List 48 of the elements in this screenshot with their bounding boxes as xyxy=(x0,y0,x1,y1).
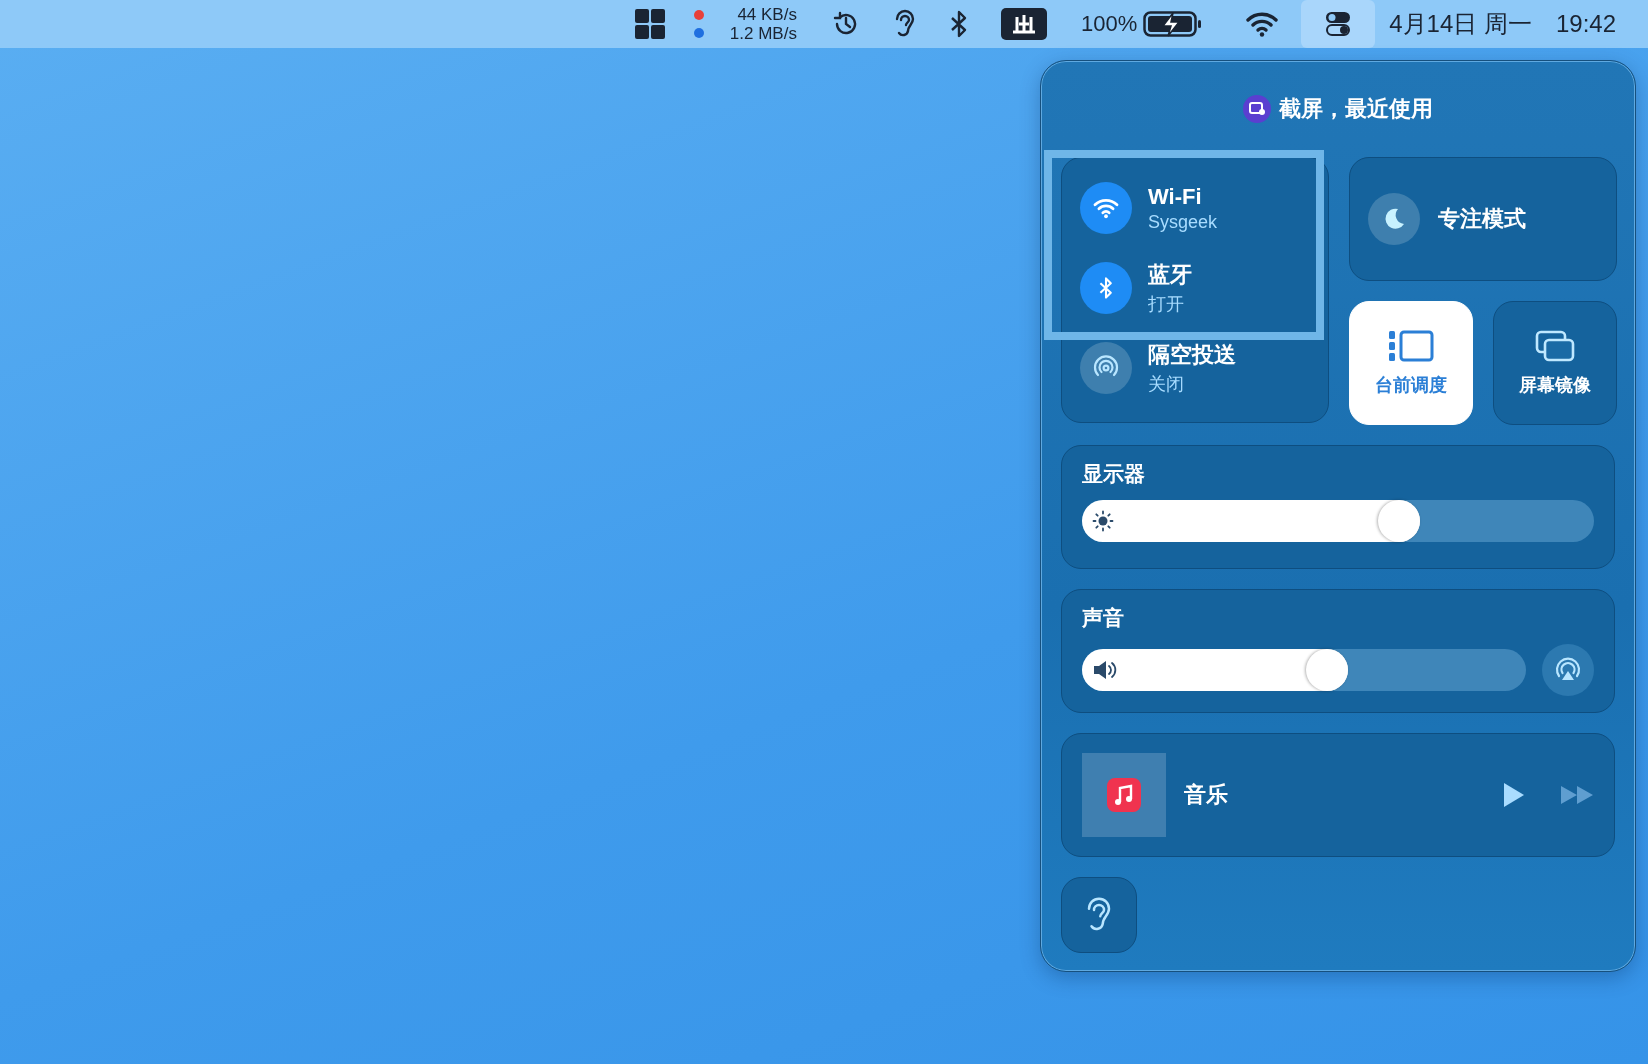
overlapping-screens-icon xyxy=(1535,329,1575,363)
download-dot-icon xyxy=(693,28,704,38)
screen-mirroring-tile[interactable]: 屏幕镜像 xyxy=(1493,301,1617,425)
toggle-title: Wi-Fi xyxy=(1148,183,1203,210)
control-center-button[interactable] xyxy=(1301,0,1376,48)
wifi-icon xyxy=(1092,197,1120,219)
input-method-icon[interactable] xyxy=(1000,8,1047,40)
connectivity-item[interactable]: 隔空投送 关闭 xyxy=(1080,334,1310,402)
brightness-slider[interactable] xyxy=(1082,500,1594,542)
connectivity-item[interactable]: Wi-Fi Sysgeek xyxy=(1080,174,1310,242)
toggle-status: 打开 xyxy=(1148,293,1185,316)
toggle-label: 屏幕镜像 xyxy=(1519,374,1591,397)
bluetooth-toggle[interactable] xyxy=(1080,262,1132,314)
wifi-toggle[interactable] xyxy=(1080,182,1132,234)
toggle-title: 隔空投送 xyxy=(1148,341,1236,369)
hearing-button[interactable] xyxy=(1061,877,1137,953)
play-icon[interactable] xyxy=(1502,781,1526,809)
recent-use-label: 截屏，最近使用 xyxy=(1279,95,1433,123)
toggle-title: 蓝牙 xyxy=(1148,261,1192,289)
airplay-button[interactable] xyxy=(1542,644,1594,696)
music-note-icon xyxy=(1107,778,1141,812)
display-title: 显示器 xyxy=(1082,461,1146,487)
battery-percent: 100% xyxy=(1080,11,1138,37)
sun-icon xyxy=(1092,510,1114,532)
connectivity-item[interactable]: 蓝牙 打开 xyxy=(1080,254,1310,322)
toggle-status: 关闭 xyxy=(1148,373,1185,396)
upload-dot-icon xyxy=(693,10,704,20)
sound-title: 声音 xyxy=(1082,605,1125,631)
focus-mode-tile[interactable]: 专注模式 xyxy=(1349,157,1617,281)
wifi-icon[interactable] xyxy=(1245,10,1280,38)
stage-manager-tile[interactable]: 台前调度 xyxy=(1349,301,1473,425)
focus-mode-label: 专注模式 xyxy=(1438,205,1526,233)
focus-toggle[interactable] xyxy=(1368,193,1420,245)
toggle-status: Sysgeek xyxy=(1148,211,1218,233)
screenshot-app-icon xyxy=(1243,95,1271,123)
volume-slider[interactable] xyxy=(1082,649,1526,691)
download-speed: 1.2 MB/s xyxy=(729,24,797,43)
airdrop-toggle[interactable] xyxy=(1080,342,1132,394)
upload-speed: 44 KB/s xyxy=(737,5,797,24)
menu-time: 19:42 xyxy=(1555,10,1616,38)
grid-icon[interactable] xyxy=(633,8,666,40)
battery-icon[interactable] xyxy=(1143,11,1204,37)
toggles-icon xyxy=(1324,10,1353,38)
music-app-name: 音乐 xyxy=(1184,781,1229,809)
toggle-label: 台前调度 xyxy=(1375,374,1447,397)
bluetooth-icon xyxy=(1098,275,1114,301)
menu-date: 4月14日 周一 xyxy=(1389,9,1532,39)
stage-manager-icon xyxy=(1388,329,1434,363)
